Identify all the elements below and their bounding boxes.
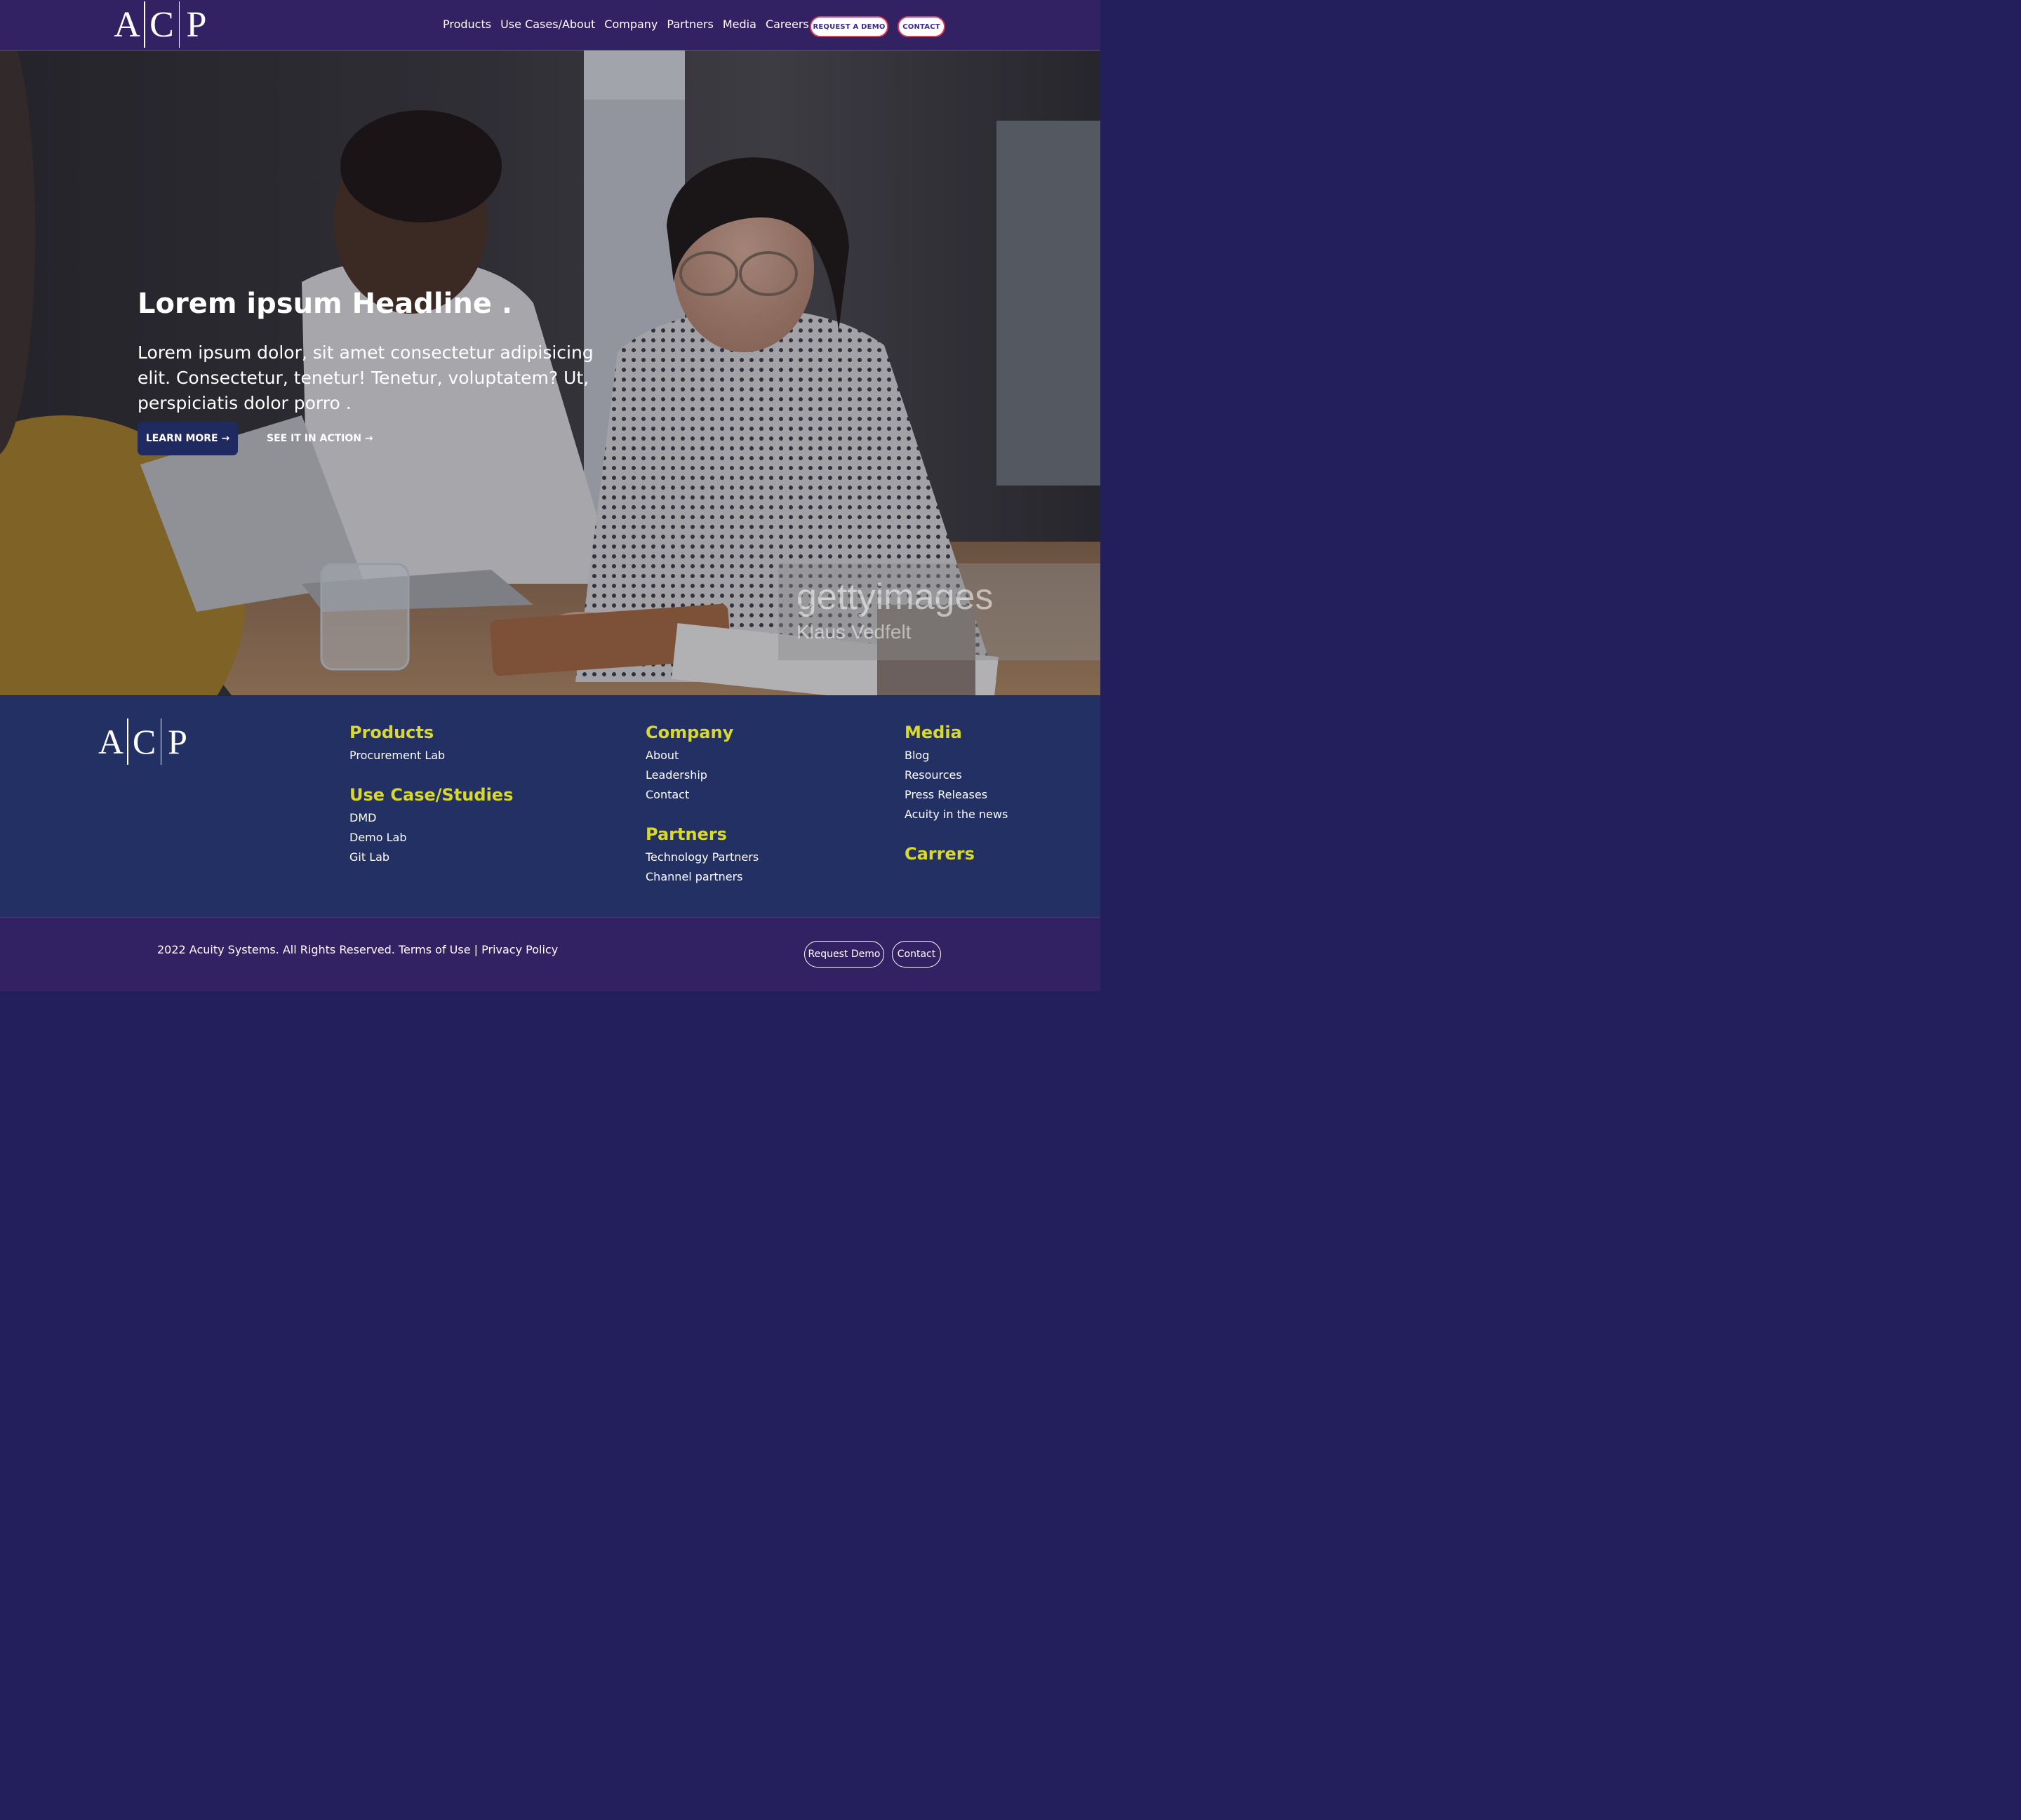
footer-link-acuity-in-the-news[interactable]: Acuity in the news <box>905 805 1008 824</box>
logo-divider <box>127 718 128 765</box>
footer-heading-company[interactable]: Company <box>646 723 759 742</box>
request-demo-button[interactable]: REQUEST A DEMO <box>810 16 888 37</box>
top-navigation-bar: A C P Products Use Cases/About Company P… <box>0 0 1100 51</box>
footer-link-demo-lab[interactable]: Demo Lab <box>349 828 513 848</box>
hero-section: Lorem ipsum Headline . Lorem ipsum dolor… <box>0 51 1100 695</box>
watermark-brand: gettyimages <box>796 577 994 617</box>
footer-request-demo-button[interactable]: Request Demo <box>804 941 884 968</box>
hero-description: Lorem ipsum dolor, sit amet consectetur … <box>138 342 594 413</box>
footer-acp-logo[interactable]: A C P <box>97 717 192 766</box>
main-nav: Products Use Cases/About Company Partner… <box>443 18 818 31</box>
nav-products[interactable]: Products <box>443 18 491 31</box>
logo-divider <box>178 1 180 48</box>
footer-link-press-releases[interactable]: Press Releases <box>905 785 1008 805</box>
footer-link-blog[interactable]: Blog <box>905 746 1008 765</box>
nav-media[interactable]: Media <box>723 18 756 31</box>
footer-link-leadership[interactable]: Leadership <box>646 765 759 785</box>
footer-link-procurement-lab[interactable]: Procurement Lab <box>349 746 513 765</box>
nav-careers[interactable]: Careers <box>766 18 809 31</box>
logo-letter-c: C <box>149 4 174 45</box>
learn-more-button[interactable]: LEARN MORE → <box>138 422 238 455</box>
hero-headline: Lorem ipsum Headline . <box>138 288 513 320</box>
logo-divider <box>144 1 145 48</box>
footer-heading-partners[interactable]: Partners <box>646 824 759 844</box>
footer-heading-products[interactable]: Products <box>349 723 513 742</box>
footer-link-channel-partners[interactable]: Channel partners <box>646 867 759 887</box>
footer-column-company: Company About Leadership Contact Partner… <box>646 723 759 887</box>
footer-heading-use-cases[interactable]: Use Case/Studies <box>349 785 513 805</box>
logo-letter-a: A <box>98 722 124 761</box>
logo-divider <box>160 718 161 765</box>
logo-letter-p: P <box>168 722 187 761</box>
footer-link-about[interactable]: About <box>646 746 759 765</box>
logo-letter-p: P <box>186 4 207 45</box>
footer-column-media: Media Blog Resources Press Releases Acui… <box>905 723 1008 867</box>
acp-logo[interactable]: A C P <box>112 0 211 49</box>
footer-heading-media[interactable]: Media <box>905 723 1008 742</box>
footer-heading-careers[interactable]: Carrers <box>905 844 1008 864</box>
footer-contact-button[interactable]: Contact <box>892 941 941 968</box>
contact-button[interactable]: CONTACT <box>898 16 945 37</box>
logo-letter-c: C <box>132 722 156 761</box>
nav-use-cases-about[interactable]: Use Cases/About <box>500 18 595 31</box>
bottom-bar: 2022 Acuity Systems. All Rights Reserved… <box>0 917 1100 991</box>
watermark-credit: Klaus Vedfelt <box>796 621 912 643</box>
nav-company[interactable]: Company <box>604 18 658 31</box>
stock-photo-watermark: gettyimages Klaus Vedfelt <box>778 563 1100 660</box>
footer-link-dmd[interactable]: DMD <box>349 808 513 828</box>
footer-link-resources[interactable]: Resources <box>905 765 1008 785</box>
footer-links-section: A C P Products Procurement Lab Use Case/… <box>0 696 1100 917</box>
footer-link-technology-partners[interactable]: Technology Partners <box>646 848 759 867</box>
logo-letter-a: A <box>114 4 140 45</box>
footer-link-contact[interactable]: Contact <box>646 785 759 805</box>
copyright-text[interactable]: 2022 Acuity Systems. All Rights Reserved… <box>157 943 558 956</box>
footer-column-products: Products Procurement Lab Use Case/Studie… <box>349 723 513 867</box>
footer-link-git-lab[interactable]: Git Lab <box>349 848 513 867</box>
see-it-in-action-link[interactable]: SEE IT IN ACTION → <box>267 433 373 444</box>
nav-partners[interactable]: Partners <box>667 18 713 31</box>
